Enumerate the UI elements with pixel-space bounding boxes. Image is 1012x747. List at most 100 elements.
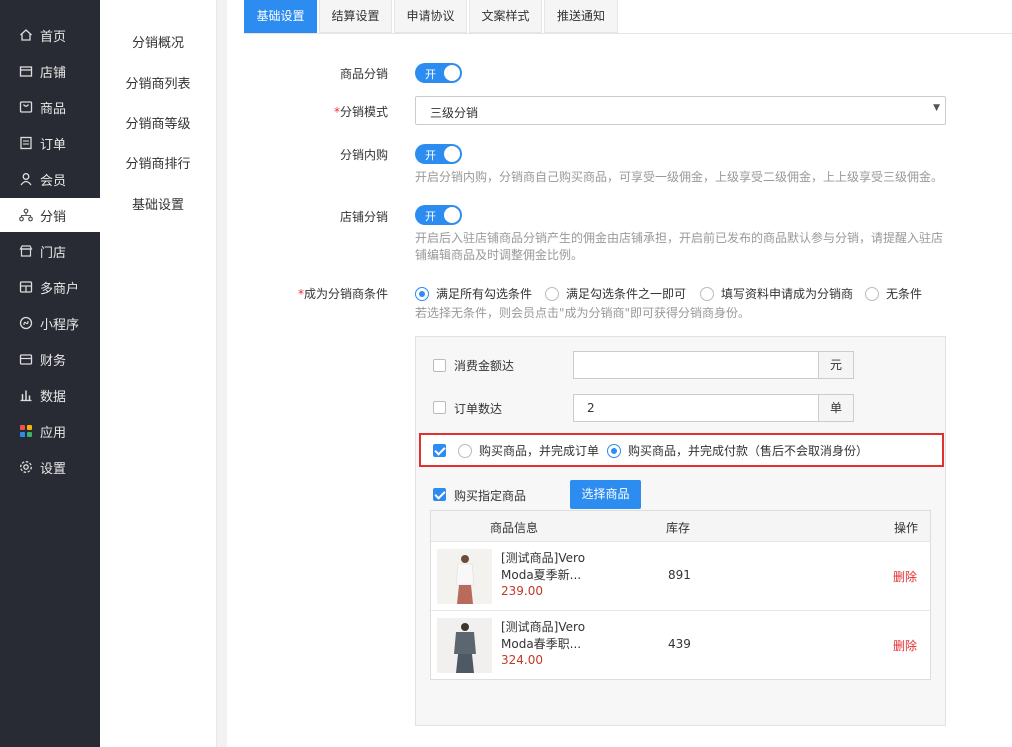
product-stock: 439 — [668, 637, 691, 651]
self-purchase-switch[interactable]: 开 — [415, 144, 462, 164]
condition-option-apply[interactable]: 填写资料申请成为分销商 — [700, 285, 853, 302]
order-count-label: 订单数达 — [454, 402, 503, 416]
sidebar-item-shop[interactable]: 门店 — [0, 234, 100, 268]
selected-goods-table: 商品信息 库存 操作 [测试商品]Vero Moda夏季新... 239.00 … — [430, 510, 931, 680]
sidebar-item-label: 门店 — [40, 245, 67, 261]
radio-label: 购买商品，并完成付款（售后不会取消身份） — [628, 444, 869, 458]
tab-basic-settings[interactable]: 基础设置 — [244, 0, 317, 33]
goods-distribution-switch[interactable]: 开 — [415, 63, 462, 83]
distribution-submenu: 分销概况 分销商列表 分销商等级 分销商排行 基础设置 — [100, 0, 217, 747]
store-icon — [19, 64, 33, 78]
product-name: [测试商品]Vero Moda春季职... — [501, 620, 586, 651]
sidebar-item-finance[interactable]: 财务 — [0, 342, 100, 376]
store-distribution-switch[interactable]: 开 — [415, 205, 462, 225]
sidebar-item-member[interactable]: 会员 — [0, 162, 100, 196]
purchase-option-complete-payment[interactable]: 购买商品，并完成付款（售后不会取消身份） — [607, 442, 868, 459]
caret-down-icon: ▼ — [933, 103, 940, 113]
radio-unchecked-icon — [700, 286, 714, 301]
store-distribution-label: 店铺分销 — [339, 210, 388, 224]
switch-text: 开 — [425, 210, 436, 223]
spend-amount-label: 消费金额达 — [454, 359, 515, 373]
spend-amount-checkbox[interactable] — [433, 359, 446, 372]
spend-amount-input[interactable] — [573, 351, 819, 379]
spend-amount-unit: 元 — [818, 351, 854, 379]
radio-unchecked-icon — [545, 286, 559, 301]
order-count-input[interactable]: 2 — [573, 394, 819, 422]
radio-label: 无条件 — [886, 287, 923, 301]
condition-label: *成为分销商条件 — [297, 287, 388, 301]
sidebar-item-label: 订单 — [40, 137, 67, 153]
sidebar-item-miniprogram[interactable]: 小程序 — [0, 306, 100, 340]
distribution-mode-label: *分销模式 — [333, 105, 388, 119]
radio-checked-icon — [607, 443, 621, 458]
settings-icon — [19, 460, 33, 474]
sidebar-item-label: 应用 — [40, 425, 67, 441]
switch-knob — [444, 65, 460, 81]
sidebar-item-label: 多商户 — [40, 281, 80, 297]
switch-knob — [444, 207, 460, 223]
purchase-condition-checkbox[interactable] — [433, 444, 446, 457]
store-distribution-help-line2: 铺编辑商品及时调整佣金比例。 — [415, 248, 584, 262]
sidebar-item-data[interactable]: 数据 — [0, 378, 100, 412]
sidebar-item-label: 商品 — [40, 101, 67, 117]
sidebar-item-label: 设置 — [40, 461, 67, 477]
sidebar-item-label: 首页 — [40, 29, 67, 45]
apps-icon — [19, 424, 33, 438]
header-action: 操作 — [894, 521, 919, 535]
delete-link[interactable]: 删除 — [893, 637, 917, 654]
distribution-mode-value: 三级分销 — [430, 106, 479, 120]
condition-option-all[interactable]: 满足所有勾选条件 — [415, 285, 532, 302]
sidebar-item-settings[interactable]: 设置 — [0, 450, 100, 484]
product-thumbnail — [437, 618, 492, 673]
tab-copy-style[interactable]: 文案样式 — [469, 0, 542, 33]
submenu-item-distributor-ranking[interactable]: 分销商排行 — [100, 153, 216, 172]
table-header: 商品信息 库存 操作 — [431, 511, 930, 542]
submenu-item-distributor-level[interactable]: 分销商等级 — [100, 113, 216, 132]
distribution-mode-select[interactable]: 三级分销 ▼ — [415, 96, 946, 125]
sidebar-item-label: 小程序 — [40, 317, 80, 333]
settings-tabs: 基础设置 结算设置 申请协议 文案样式 推送通知 — [244, 0, 1012, 34]
order-count-checkbox[interactable] — [433, 401, 446, 414]
tab-settlement-settings[interactable]: 结算设置 — [319, 0, 392, 33]
sidebar-item-store[interactable]: 店铺 — [0, 54, 100, 88]
submenu-item-basic-settings[interactable]: 基础设置 — [100, 194, 216, 213]
condition-option-any[interactable]: 满足勾选条件之一即可 — [545, 285, 686, 302]
sidebar-item-label: 分销 — [40, 209, 67, 225]
condition-option-none[interactable]: 无条件 — [865, 285, 922, 302]
condition-help: 若选择无条件，则会员点击"成为分销商"即可获得分销商身份。 — [415, 306, 751, 320]
product-name: [测试商品]Vero Moda夏季新... — [501, 551, 586, 582]
distribution-icon — [19, 208, 33, 222]
finance-icon — [19, 352, 33, 366]
radio-label: 购买商品，并完成订单 — [479, 444, 600, 458]
sidebar-item-multi-merchant[interactable]: 多商户 — [0, 270, 100, 304]
home-icon — [19, 28, 33, 42]
multi-merchant-icon — [19, 280, 33, 294]
goods-icon — [19, 100, 33, 114]
tab-application-agreement[interactable]: 申请协议 — [394, 0, 467, 33]
delete-link[interactable]: 删除 — [893, 568, 917, 585]
switch-text: 开 — [425, 68, 436, 81]
data-icon — [19, 388, 33, 402]
sidebar-item-goods[interactable]: 商品 — [0, 90, 100, 124]
store-distribution-help-line1: 开启后入驻店铺商品分销产生的佣金由店铺承担，开启前已发布的商品默认参与分销，请提… — [415, 231, 944, 245]
submenu-item-distributor-list[interactable]: 分销商列表 — [100, 73, 216, 92]
sidebar-item-home[interactable]: 首页 — [0, 18, 100, 52]
specific-goods-checkbox[interactable] — [433, 488, 446, 501]
sidebar-item-apps[interactable]: 应用 — [0, 414, 100, 448]
purchase-option-complete-order[interactable]: 购买商品，并完成订单 — [458, 442, 599, 459]
sidebar-item-distribution[interactable]: 分销 — [0, 198, 100, 232]
self-purchase-help: 开启分销内购，分销商自己购买商品，可享受一级佣金，上级享受二级佣金，上上级享受三… — [415, 170, 944, 184]
main-sidebar: 首页 店铺 商品 订单 会员 分销 门店 多商户 小程序 财务 数据 应用 设置 — [0, 0, 100, 747]
sidebar-item-label: 店铺 — [40, 65, 67, 81]
submenu-item-overview[interactable]: 分销概况 — [100, 32, 216, 51]
tab-push-notification[interactable]: 推送通知 — [544, 0, 618, 33]
radio-label: 填写资料申请成为分销商 — [721, 287, 854, 301]
switch-text: 开 — [425, 149, 436, 162]
select-goods-button[interactable]: 选择商品 — [570, 480, 641, 509]
radio-unchecked-icon — [865, 286, 879, 301]
shop-icon — [19, 244, 33, 258]
table-row: [测试商品]Vero Moda夏季新... 239.00 891 删除 — [431, 542, 930, 611]
sidebar-item-label: 会员 — [40, 173, 67, 189]
radio-checked-icon — [415, 286, 429, 301]
sidebar-item-order[interactable]: 订单 — [0, 126, 100, 160]
